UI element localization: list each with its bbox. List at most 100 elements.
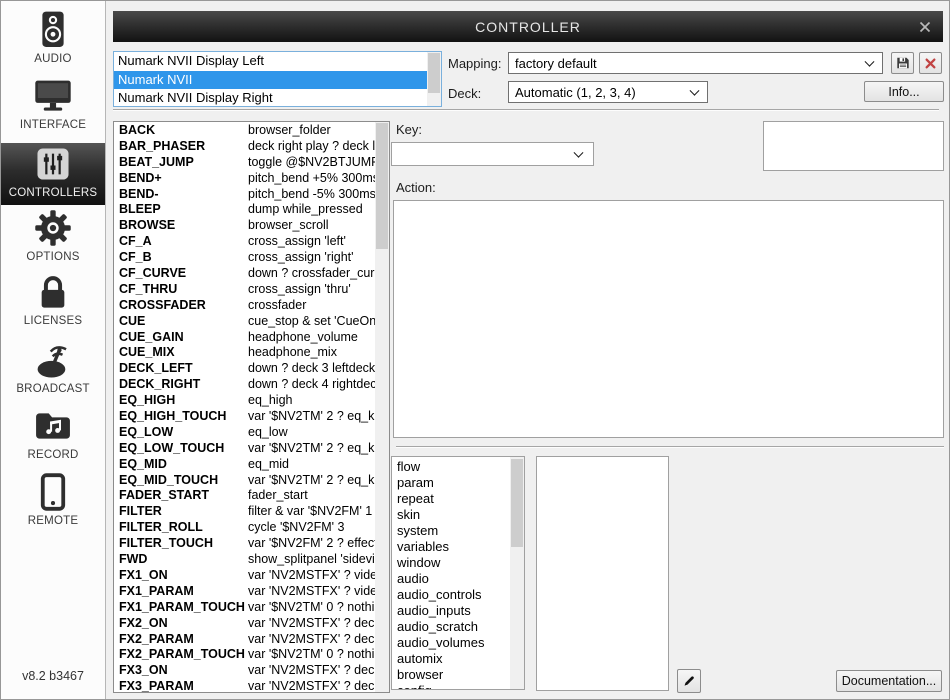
key-mapping-row[interactable]: CF_THRU cross_assign 'thru' bbox=[114, 282, 375, 298]
key-mapping-row[interactable]: FILTER filter & var '$NV2FM' 1 ? bbox=[114, 504, 375, 520]
close-button[interactable] bbox=[917, 19, 933, 35]
key-action: cycle '$NV2FM' 3 bbox=[248, 520, 375, 536]
key-action: var 'NV2MSTFX' ? deck bbox=[248, 616, 375, 632]
key-mapping-row[interactable]: EQ_MID_TOUCH var '$NV2TM' 2 ? eq_kil bbox=[114, 473, 375, 489]
category-item[interactable]: audio_controls bbox=[392, 587, 510, 603]
sidebar-item-options[interactable]: OPTIONS bbox=[1, 207, 105, 269]
key-name: FX1_ON bbox=[114, 568, 248, 584]
key-mapping-row[interactable]: BACK browser_folder bbox=[114, 123, 375, 139]
mapping-select-value: factory default bbox=[515, 56, 597, 71]
category-list-scrollbar-thumb[interactable] bbox=[511, 459, 523, 547]
key-mapping-row[interactable]: FX2_PARAM_TOUCH var '$NV2TM' 0 ? nothin bbox=[114, 647, 375, 663]
info-button[interactable]: Info... bbox=[864, 81, 944, 102]
category-item[interactable]: param bbox=[392, 475, 510, 491]
key-mapping-row[interactable]: FX3_PARAM var 'NV2MSTFX' ? deck bbox=[114, 679, 375, 692]
category-item[interactable]: skin bbox=[392, 507, 510, 523]
key-mapping-row[interactable]: FWD show_splitpanel 'sidevi bbox=[114, 552, 375, 568]
device-list-scrollbar-thumb[interactable] bbox=[428, 53, 440, 93]
key-mapping-row[interactable]: FADER_START fader_start bbox=[114, 488, 375, 504]
key-action: eq_low bbox=[248, 425, 375, 441]
action-textarea[interactable] bbox=[393, 200, 944, 438]
sidebar-item-licenses[interactable]: LICENSES bbox=[1, 271, 105, 333]
sidebar-item-audio[interactable]: AUDIO bbox=[1, 9, 105, 71]
sidebar-item-label: AUDIO bbox=[34, 53, 71, 65]
edit-action-button[interactable] bbox=[677, 669, 701, 693]
key-list-scrollbar-thumb[interactable] bbox=[376, 123, 388, 249]
category-item[interactable]: browser bbox=[392, 667, 510, 683]
sidebar-item-controllers[interactable]: CONTROLLERS bbox=[1, 143, 105, 205]
key-mapping-row[interactable]: CUE cue_stop & set 'CueOn bbox=[114, 314, 375, 330]
key-mapping-row[interactable]: EQ_LOW eq_low bbox=[114, 425, 375, 441]
key-mapping-row[interactable]: BEAT_JUMP toggle @$NV2BTJUMP bbox=[114, 155, 375, 171]
category-item[interactable]: audio_inputs bbox=[392, 603, 510, 619]
key-action: var '$NV2TM' 2 ? eq_kil bbox=[248, 473, 375, 489]
category-item[interactable]: audio bbox=[392, 571, 510, 587]
key-mapping-row[interactable]: FX3_ON var 'NV2MSTFX' ? deck bbox=[114, 663, 375, 679]
category-item[interactable]: window bbox=[392, 555, 510, 571]
key-mapping-row[interactable]: CF_A cross_assign 'left' bbox=[114, 234, 375, 250]
documentation-button[interactable]: Documentation... bbox=[836, 670, 942, 692]
key-mapping-row[interactable]: BEND+ pitch_bend +5% 300ms bbox=[114, 171, 375, 187]
key-action: show_splitpanel 'sidevi bbox=[248, 552, 375, 568]
sidebar-item-interface[interactable]: INTERFACE bbox=[1, 75, 105, 137]
key-mapping-row[interactable]: CF_B cross_assign 'right' bbox=[114, 250, 375, 266]
key-action: down ? deck 4 rightdec bbox=[248, 377, 375, 393]
key-mapping-row[interactable]: FILTER_TOUCH var '$NV2FM' 2 ? effect_ bbox=[114, 536, 375, 552]
broadcast-antenna-icon bbox=[33, 339, 73, 381]
device-item[interactable]: Numark NVII Display Left bbox=[114, 52, 427, 71]
key-mapping-row[interactable]: EQ_MID eq_mid bbox=[114, 457, 375, 473]
category-item[interactable]: automix bbox=[392, 651, 510, 667]
key-name: FILTER_TOUCH bbox=[114, 536, 248, 552]
key-mapping-row[interactable]: BROWSE browser_scroll bbox=[114, 218, 375, 234]
device-item-selected[interactable]: Numark NVII bbox=[114, 71, 427, 90]
key-mapping-row[interactable]: FX1_PARAM var 'NV2MSTFX' ? video bbox=[114, 584, 375, 600]
key-action: var '$NV2TM' 2 ? eq_kil bbox=[248, 409, 375, 425]
key-mapping-row[interactable]: CF_CURVE down ? crossfader_cur bbox=[114, 266, 375, 282]
key-mapping-row[interactable]: EQ_HIGH_TOUCH var '$NV2TM' 2 ? eq_kil bbox=[114, 409, 375, 425]
category-item[interactable]: audio_scratch bbox=[392, 619, 510, 635]
key-mapping-row[interactable]: FX1_PARAM_TOUCH var '$NV2TM' 0 ? nothin bbox=[114, 600, 375, 616]
sidebar-item-record[interactable]: RECORD bbox=[1, 405, 105, 467]
key-mapping-row[interactable]: FX1_ON var 'NV2MSTFX' ? video bbox=[114, 568, 375, 584]
key-name: FWD bbox=[114, 552, 248, 568]
category-item[interactable]: system bbox=[392, 523, 510, 539]
category-item[interactable]: flow bbox=[392, 459, 510, 475]
category-list-scrollbar[interactable] bbox=[510, 457, 524, 689]
sidebar-item-broadcast[interactable]: BROADCAST bbox=[1, 339, 105, 401]
key-mapping-row[interactable]: CUE_MIX headphone_mix bbox=[114, 345, 375, 361]
key-mapping-row[interactable]: EQ_HIGH eq_high bbox=[114, 393, 375, 409]
key-mapping-row[interactable]: BLEEP dump while_pressed bbox=[114, 202, 375, 218]
key-name: CUE_GAIN bbox=[114, 330, 248, 346]
category-item[interactable]: variables bbox=[392, 539, 510, 555]
deck-select[interactable]: Automatic (1, 2, 3, 4) bbox=[508, 81, 708, 103]
category-item[interactable]: repeat bbox=[392, 491, 510, 507]
key-mapping-row[interactable]: BAR_PHASER deck right play ? deck le bbox=[114, 139, 375, 155]
key-action: cross_assign 'right' bbox=[248, 250, 375, 266]
category-item[interactable]: config bbox=[392, 683, 510, 689]
key-mapping-row[interactable]: CUE_GAIN headphone_volume bbox=[114, 330, 375, 346]
key-mapping-row[interactable]: BEND- pitch_bend -5% 300ms bbox=[114, 187, 375, 203]
sidebar-item-remote[interactable]: REMOTE bbox=[1, 471, 105, 533]
delete-mapping-button[interactable] bbox=[919, 52, 942, 74]
key-name: EQ_HIGH bbox=[114, 393, 248, 409]
gear-icon bbox=[34, 207, 72, 249]
category-item[interactable]: audio_volumes bbox=[392, 635, 510, 651]
key-mapping-row[interactable]: FILTER_ROLL cycle '$NV2FM' 3 bbox=[114, 520, 375, 536]
mapping-select[interactable]: factory default bbox=[508, 52, 883, 74]
key-list-scrollbar[interactable] bbox=[375, 122, 389, 692]
sidebar-item-label: OPTIONS bbox=[26, 251, 79, 263]
device-item[interactable]: Numark NVII Display Right bbox=[114, 89, 427, 106]
key-mapping-row[interactable]: DECK_LEFT down ? deck 3 leftdeck bbox=[114, 361, 375, 377]
info-button-label: Info... bbox=[888, 85, 919, 99]
save-mapping-button[interactable] bbox=[891, 52, 914, 74]
key-mapping-row[interactable]: EQ_LOW_TOUCH var '$NV2TM' 2 ? eq_kil bbox=[114, 441, 375, 457]
key-mapping-row[interactable]: DECK_RIGHT down ? deck 4 rightdec bbox=[114, 377, 375, 393]
key-name: BEND+ bbox=[114, 171, 248, 187]
device-list-scrollbar[interactable] bbox=[427, 52, 441, 106]
key-action: var 'NV2MSTFX' ? video bbox=[248, 568, 375, 584]
key-mapping-row[interactable]: FX2_PARAM var 'NV2MSTFX' ? deck bbox=[114, 632, 375, 648]
key-mapping-row[interactable]: CROSSFADER crossfader bbox=[114, 298, 375, 314]
key-mapping-row[interactable]: FX2_ON var 'NV2MSTFX' ? deck bbox=[114, 616, 375, 632]
key-select[interactable] bbox=[391, 142, 594, 166]
key-name: DECK_RIGHT bbox=[114, 377, 248, 393]
